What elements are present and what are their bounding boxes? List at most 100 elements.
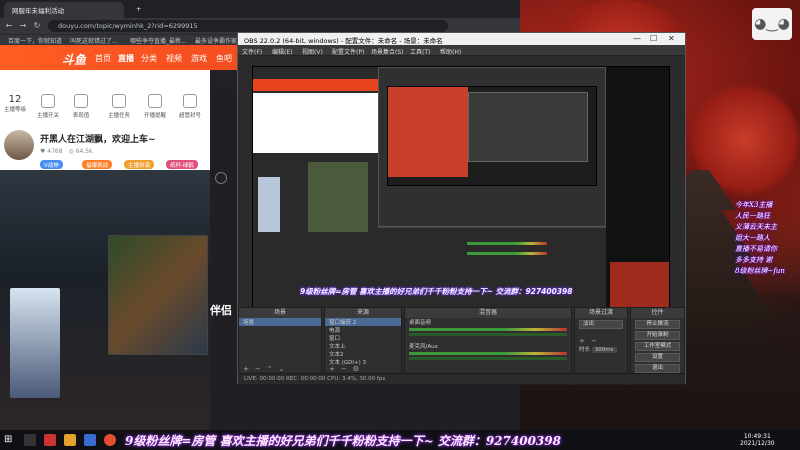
menu-view[interactable]: 视图(V) (302, 47, 323, 56)
menu-scene-collection[interactable]: 场景集合(S) (371, 47, 404, 56)
bookmark-item[interactable]: 百度一下，你就知道 (8, 36, 62, 45)
back-icon[interactable]: ← (4, 21, 14, 31)
site-logo[interactable]: 斗鱼 (62, 51, 86, 68)
performance[interactable]: 表现值 (66, 94, 96, 119)
audio-meter (409, 328, 567, 331)
audio-meter (409, 352, 567, 355)
video-player[interactable] (0, 170, 210, 430)
source-controls: + − ⚙ (329, 364, 365, 373)
preview-browser (253, 67, 378, 312)
windows-start-icon[interactable]: ⊞ (4, 434, 16, 446)
exit-button[interactable]: 退出 (635, 364, 680, 373)
anchor-toggle[interactable]: 主播开关 (33, 94, 63, 119)
browser-tab[interactable]: 网服年未福利活动 (4, 2, 124, 18)
preview-wallpaper (610, 262, 669, 312)
avatar[interactable] (4, 130, 34, 160)
side-label: 伴侣 (210, 304, 232, 317)
obs-preview[interactable] (252, 66, 670, 336)
app-icon[interactable] (44, 434, 56, 446)
forward-icon[interactable]: → (18, 21, 28, 31)
volume-slider[interactable] (409, 357, 567, 360)
nav-category[interactable]: 分类 (141, 53, 157, 64)
source-item[interactable]: 电源 (325, 326, 401, 334)
maximize-icon[interactable]: ☐ (650, 34, 657, 43)
down-icon[interactable]: ⌄ (279, 365, 285, 373)
bottom-overlay-text: 9级粉丝牌=房管 喜欢主播的好兄弟们千千粉粉支持一下~ 交流群：92740039… (125, 434, 561, 448)
nested-browser (388, 87, 468, 177)
nav-forum[interactable]: 鱼吧 (216, 53, 232, 64)
preview-game (308, 162, 368, 232)
url-input[interactable]: douyu.com/topic/wyminhk_2?rid=6299915 (48, 20, 448, 32)
remove-icon[interactable]: − (341, 365, 347, 373)
close-icon[interactable]: ✕ (668, 34, 675, 43)
obs-titlebar: OBS 22.0.2 (64-bit, windows) - 配置文件：未命名 … (238, 33, 685, 45)
add-icon[interactable]: + (579, 337, 585, 345)
obs-menubar: 文件(F) 编辑(E) 视图(V) 配置文件(P) 场景集合(S) 工具(T) … (238, 45, 685, 56)
overlay-line: 人民一路狂 (735, 212, 770, 220)
scene-item[interactable]: 场景 (239, 318, 321, 326)
bookmark-item[interactable]: 哪些争夺直播_最新... (130, 36, 187, 45)
overlay-line: 今年X3主播 (735, 201, 773, 209)
studio-mode-button[interactable]: 工作室模式 (635, 342, 680, 351)
add-icon[interactable]: + (243, 365, 249, 373)
new-tab-button[interactable]: + (128, 2, 144, 18)
minimize-icon[interactable]: — (633, 34, 641, 43)
duration-input[interactable]: 300ms (591, 347, 617, 353)
stop-streaming-button[interactable]: 停止推流 (635, 320, 680, 329)
obs-statusbar: LIVE: 00:00:00 REC: 00:00:00 CPU: 3.4%, … (238, 373, 685, 384)
game-thumbnail[interactable] (10, 288, 60, 398)
preview-meter (467, 242, 547, 245)
transition-select[interactable]: 淡出 (579, 320, 623, 329)
source-item[interactable]: 窗口 (325, 334, 401, 342)
scene-controls: + − ⌃ ⌄ (243, 364, 291, 373)
nested-preview (387, 86, 597, 186)
preview-obs-nested (378, 67, 606, 227)
preview-thumbnail (258, 177, 280, 232)
nested-obs (468, 92, 588, 162)
tab-bar: 网服年未福利活动 + (0, 0, 520, 18)
add-icon[interactable]: + (329, 365, 335, 373)
preview-panel (253, 93, 378, 153)
nav-live[interactable]: 直播 (118, 53, 134, 64)
gear-icon[interactable]: ⚙ (353, 365, 359, 373)
nav-home[interactable]: 首页 (95, 53, 111, 64)
browser-icon[interactable] (104, 434, 116, 446)
remove-icon[interactable]: − (255, 365, 261, 373)
shield-icon (183, 94, 197, 108)
start-recording-button[interactable]: 开始录制 (635, 331, 680, 340)
badge: 福爆挑战 (82, 160, 113, 169)
super-admin[interactable]: 超管封号 (175, 94, 205, 119)
menu-tools[interactable]: 工具(T) (410, 47, 430, 56)
search-icon[interactable] (24, 434, 36, 446)
app-icon[interactable] (84, 434, 96, 446)
overlay-line: 多多支持 谢 (735, 256, 773, 264)
menu-file[interactable]: 文件(F) (242, 47, 262, 56)
duration-row: 时长 300ms (575, 345, 627, 353)
transition-controls: + − (575, 337, 627, 345)
system-clock[interactable]: 10:49:31 2021/12/30 (740, 433, 775, 447)
menu-edit[interactable]: 编辑(E) (272, 47, 292, 56)
sidebar-icon[interactable] (215, 172, 227, 184)
mixer-channel-label: 桌面音频 (409, 320, 432, 326)
source-item[interactable]: 文本2 (325, 350, 401, 358)
room-title: 开黑人在江湖飘，欢迎上车~ (40, 135, 156, 145)
bottom-overlay-banner: 9级粉丝牌=房管 喜欢主播的好兄弟们千千粉粉支持一下~ 交流群：92740039… (125, 430, 665, 450)
toggle-icon (41, 94, 55, 108)
reload-icon[interactable]: ↻ (32, 21, 42, 31)
menu-help[interactable]: 帮助(H) (440, 47, 461, 56)
anchor-tasks[interactable]: 主播任务 (104, 94, 134, 119)
source-item[interactable]: 窗口捕获 2 (325, 318, 401, 326)
stream-overlay-text: 今年X3主播 人民一路狂 义薄云天未主 姐大一路人 直播不易请你 多多支持 谢 … (735, 200, 800, 277)
up-icon[interactable]: ⌃ (267, 365, 273, 373)
volume-slider[interactable] (409, 333, 567, 336)
menu-profile[interactable]: 配置文件(P) (332, 47, 364, 56)
folder-icon[interactable] (64, 434, 76, 446)
settings-button[interactable]: 设置 (635, 353, 680, 362)
follow-count: ♥ 4768 ◎ 64.5k (40, 148, 93, 155)
nav-video[interactable]: 视频 (166, 53, 182, 64)
source-item[interactable]: 文本上 (325, 342, 401, 350)
start-reminder[interactable]: 开播提醒 (140, 94, 170, 119)
remove-icon[interactable]: − (591, 337, 597, 345)
bookmark-item[interactable]: 叫死这就错过了... (70, 36, 118, 45)
nav-games[interactable]: 游戏 (191, 53, 207, 64)
